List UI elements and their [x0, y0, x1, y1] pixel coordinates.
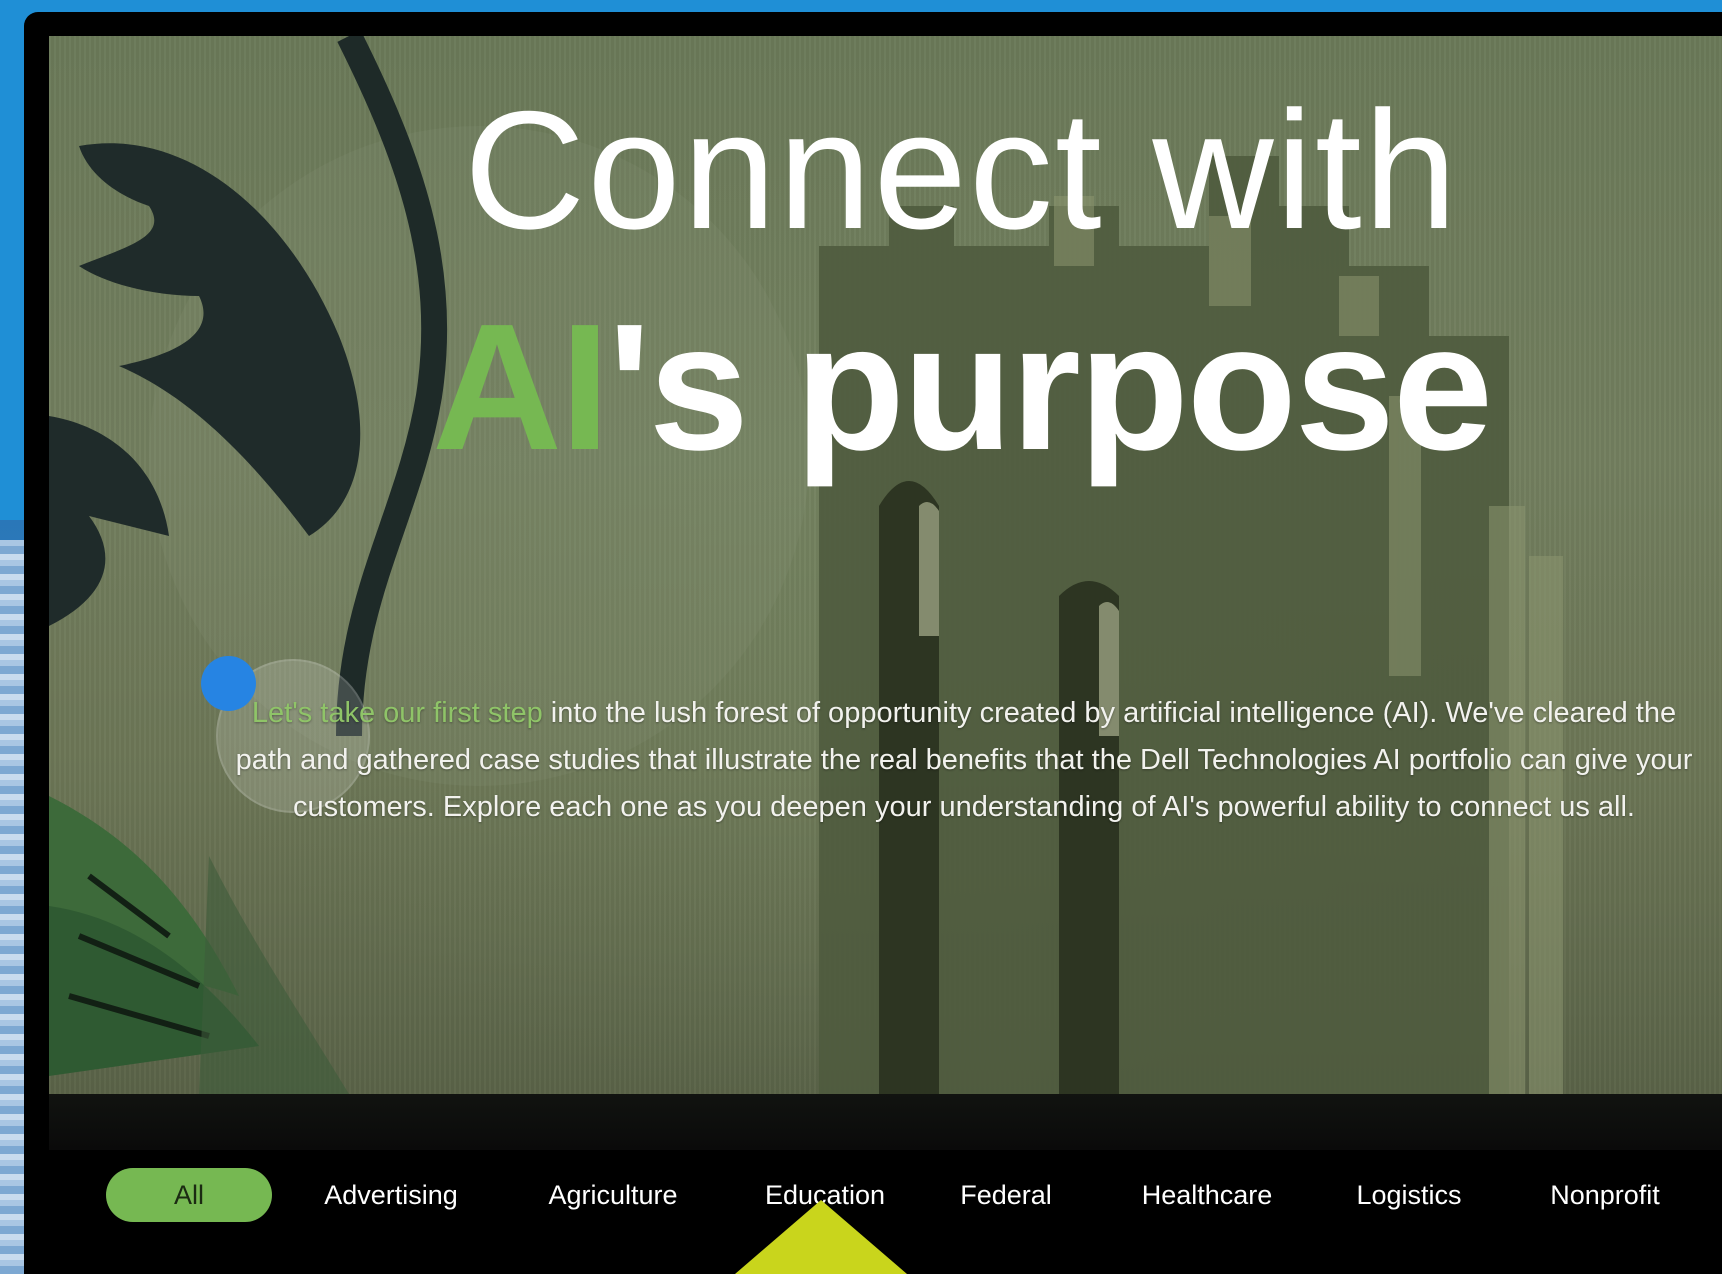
intro-lead-link[interactable]: Let's take our first step: [252, 697, 543, 729]
headline-line-1: Connect with: [463, 76, 1460, 264]
headline-line-2: AI's purpose: [49, 298, 1722, 478]
tab-all[interactable]: All: [106, 1168, 272, 1222]
tab-federal[interactable]: Federal: [951, 1168, 1061, 1222]
hero-bottom-band: [49, 1094, 1722, 1150]
headline-accent: AI: [432, 287, 610, 488]
headline-rest: 's purpose: [608, 287, 1493, 488]
intro-paragraph: Let's take our first step into the lush …: [229, 690, 1699, 831]
selection-pointer-icon: [735, 1200, 907, 1274]
tab-healthcare[interactable]: Healthcare: [1132, 1168, 1282, 1222]
lower-leaves: [49, 796, 349, 1094]
tab-logistics[interactable]: Logistics: [1349, 1168, 1469, 1222]
tab-nonprofit[interactable]: Nonprofit: [1540, 1168, 1670, 1222]
hero-section: Connect with AI's purpose Let's take our…: [49, 36, 1722, 1094]
tab-advertising[interactable]: Advertising: [311, 1168, 471, 1222]
tab-agriculture[interactable]: Agriculture: [538, 1168, 688, 1222]
page-background-strip: [0, 540, 26, 1274]
